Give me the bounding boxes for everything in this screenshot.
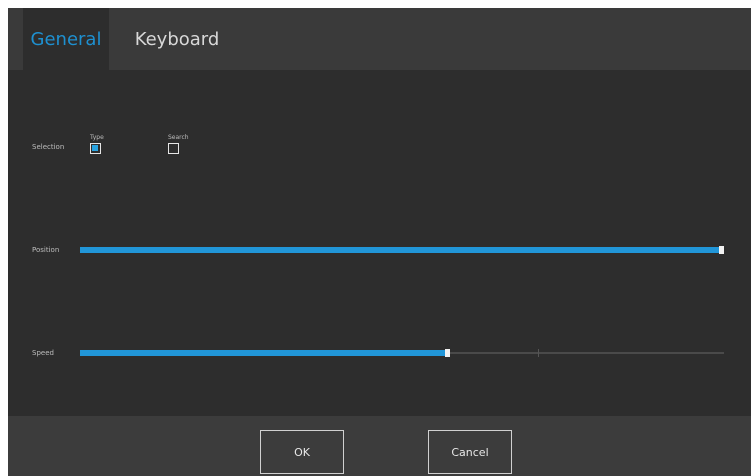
tab-bar: General Keyboard — [8, 8, 751, 70]
selection-label: Selection — [32, 143, 65, 151]
speed-slider-thumb[interactable] — [444, 349, 450, 357]
ok-button[interactable]: OK — [260, 430, 344, 474]
speed-slider[interactable] — [80, 349, 724, 357]
selection-option-search: Search — [168, 134, 189, 154]
tab-general[interactable]: General — [23, 8, 109, 70]
selection-option-type-label: Type — [90, 134, 104, 141]
tab-keyboard[interactable]: Keyboard — [132, 8, 222, 70]
selection-search-checkbox[interactable] — [168, 143, 179, 154]
tab-keyboard-label: Keyboard — [134, 28, 220, 50]
selection-type-checkbox[interactable] — [90, 143, 101, 154]
speed-slider-fill — [80, 350, 448, 356]
position-slider[interactable] — [80, 246, 724, 254]
position-slider-fill — [80, 247, 722, 253]
speed-slider-tick — [538, 349, 539, 357]
settings-dialog: General Keyboard Selection Type Search P… — [8, 8, 751, 476]
position-slider-thumb[interactable] — [719, 246, 724, 254]
selection-option-search-label: Search — [168, 134, 189, 141]
cancel-button[interactable]: Cancel — [428, 430, 512, 474]
speed-label: Speed — [32, 349, 54, 357]
dialog-footer: OK Cancel — [8, 416, 751, 476]
position-label: Position — [32, 246, 60, 254]
tab-general-label: General — [30, 28, 102, 50]
selection-option-type: Type — [90, 134, 104, 154]
general-panel: Selection Type Search Position Speed — [8, 70, 751, 416]
